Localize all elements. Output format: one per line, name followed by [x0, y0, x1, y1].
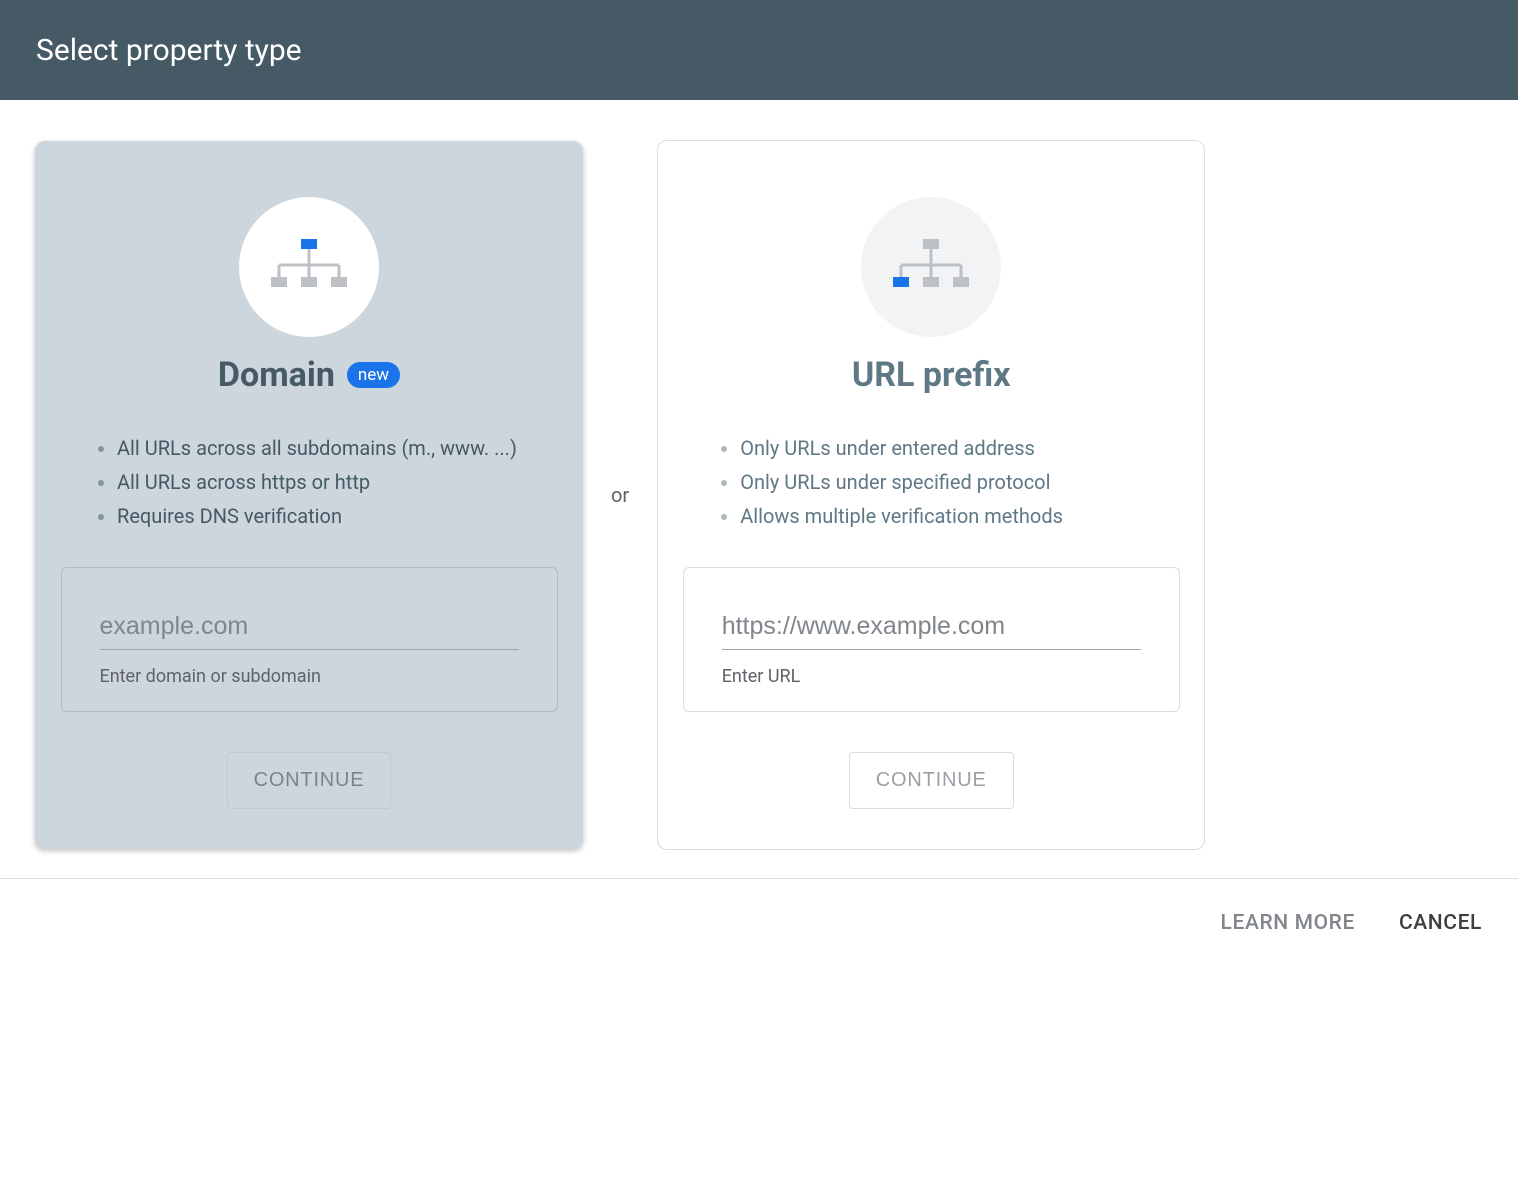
property-type-options: Domain new All URLs across all subdomain… — [0, 100, 1518, 850]
url-input-helper: Enter URL — [722, 666, 1141, 687]
domain-input-container: Enter domain or subdomain — [61, 567, 558, 712]
list-item: Requires DNS verification — [117, 499, 559, 533]
list-item: All URLs across all subdomains (m., www.… — [117, 431, 559, 465]
domain-input-helper: Enter domain or subdomain — [100, 666, 519, 687]
url-prefix-sitemap-icon — [861, 197, 1001, 337]
list-item: Only URLs under specified protocol — [740, 465, 1180, 499]
dialog-header: Select property type — [0, 0, 1518, 100]
list-item: Only URLs under entered address — [740, 431, 1180, 465]
url-prefix-card[interactable]: URL prefix Only URLs under entered addre… — [657, 140, 1205, 850]
domain-continue-button[interactable]: CONTINUE — [227, 752, 392, 809]
domain-card-title: Domain — [218, 355, 335, 395]
dialog-footer: LEARN MORE CANCEL — [0, 878, 1518, 966]
new-badge: new — [347, 362, 400, 388]
list-item: Allows multiple verification methods — [740, 499, 1180, 533]
url-prefix-features-list: Only URLs under entered address Only URL… — [682, 431, 1180, 533]
url-continue-button[interactable]: CONTINUE — [849, 752, 1014, 809]
url-prefix-title-row: URL prefix — [852, 355, 1011, 395]
domain-card-title-row: Domain new — [218, 355, 400, 395]
url-input[interactable] — [722, 608, 1141, 650]
list-item: All URLs across https or http — [117, 465, 559, 499]
domain-sitemap-icon — [239, 197, 379, 337]
domain-input[interactable] — [100, 608, 519, 650]
domain-features-list: All URLs across all subdomains (m., www.… — [59, 431, 559, 533]
or-separator: or — [611, 483, 629, 507]
dialog-title: Select property type — [36, 33, 302, 68]
learn-more-button[interactable]: LEARN MORE — [1221, 911, 1355, 935]
cancel-button[interactable]: CANCEL — [1399, 911, 1482, 935]
url-prefix-title: URL prefix — [852, 355, 1011, 395]
domain-card[interactable]: Domain new All URLs across all subdomain… — [35, 141, 583, 849]
url-input-container: Enter URL — [683, 567, 1180, 712]
